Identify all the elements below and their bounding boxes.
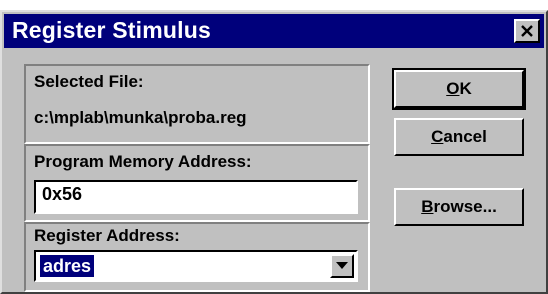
register-address-panel: Register Address: adres: [24, 222, 370, 292]
browse-label-rest: rowse...: [433, 197, 497, 216]
selected-file-label: Selected File:: [34, 72, 144, 91]
chevron-down-icon: [336, 262, 348, 269]
selected-file-path: c:\mplab\munka\proba.reg: [34, 108, 247, 127]
browse-mnemonic: B: [421, 197, 434, 216]
close-icon: [521, 25, 533, 37]
program-memory-address-value: 0x56: [42, 184, 83, 204]
register-stimulus-dialog: Register Stimulus Selected File: c:\mpla…: [0, 10, 548, 294]
browse-button[interactable]: Browse...: [394, 188, 524, 226]
program-memory-label: Program Memory Address:: [34, 152, 252, 171]
selected-file-panel: Selected File: c:\mplab\munka\proba.reg: [24, 64, 370, 144]
cancel-label-rest: ancel: [443, 127, 487, 146]
cancel-button[interactable]: Cancel: [394, 118, 524, 156]
ok-mnemonic: O: [446, 79, 460, 98]
register-address-selected-value: adres: [40, 255, 95, 277]
program-memory-address-field[interactable]: 0x56: [34, 180, 358, 214]
cancel-mnemonic: C: [431, 127, 444, 146]
ok-button[interactable]: OK: [392, 68, 526, 110]
register-address-label: Register Address:: [34, 226, 180, 245]
dropdown-arrow-button[interactable]: [330, 254, 354, 278]
close-button[interactable]: [514, 19, 540, 43]
title-bar[interactable]: Register Stimulus: [4, 14, 544, 48]
ok-label-rest: K: [459, 79, 472, 98]
register-address-dropdown[interactable]: adres: [34, 250, 358, 282]
window-title: Register Stimulus: [12, 17, 211, 43]
program-memory-panel: Program Memory Address: 0x56: [24, 144, 370, 222]
